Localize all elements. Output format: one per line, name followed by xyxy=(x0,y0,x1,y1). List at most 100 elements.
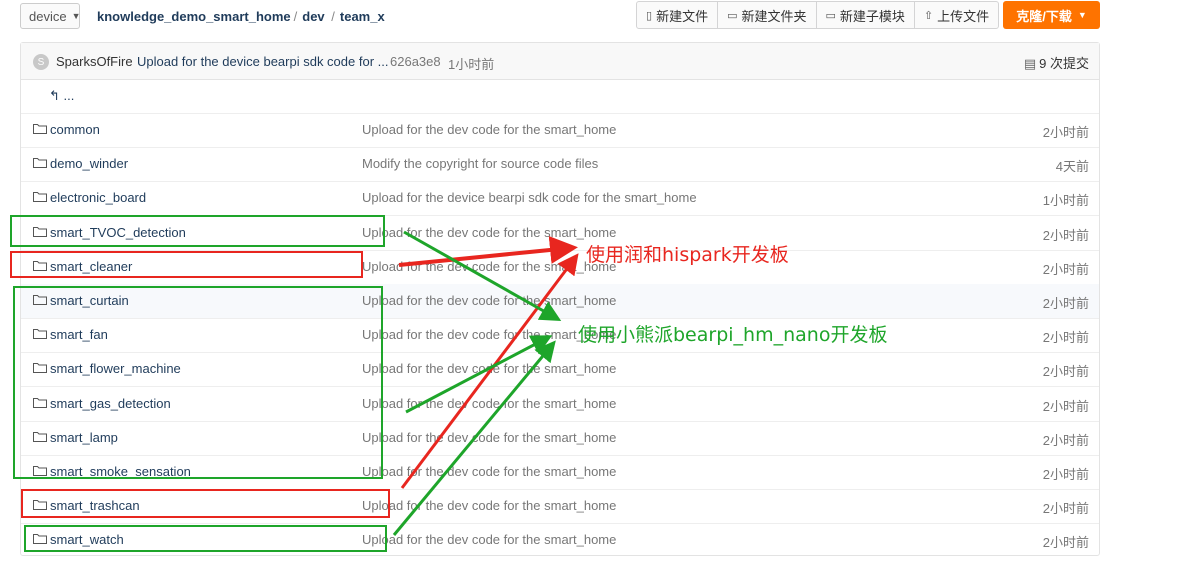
file-name-link[interactable]: smart_cleaner xyxy=(50,259,132,274)
file-name-link[interactable]: demo_winder xyxy=(50,156,128,171)
parent-directory-label: ... xyxy=(63,88,75,103)
breadcrumb: knowledge_demo_smart_home / dev / team_x xyxy=(97,9,385,24)
new-folder-icon: ▭ xyxy=(727,9,738,22)
commit-count: 9 次提交 xyxy=(1039,56,1089,71)
new-submodule-icon: ▭ xyxy=(825,9,836,22)
commit-time: 1小时前 xyxy=(448,57,495,72)
file-commit-message[interactable]: Upload for the device bearpi sdk code fo… xyxy=(362,190,697,205)
branch-label: device xyxy=(29,8,67,24)
file-commit-message[interactable]: Upload for the dev code for the smart_ho… xyxy=(362,498,616,513)
file-commit-message[interactable]: Upload for the dev code for the smart_ho… xyxy=(362,225,616,240)
commit-message[interactable]: Upload for the device bearpi sdk code fo… xyxy=(137,54,388,69)
file-commit-time: 2小时前 xyxy=(1042,364,1089,380)
file-commit-time: 2小时前 xyxy=(1042,398,1089,414)
table-row[interactable]: smart_gas_detection Upload for the dev co… xyxy=(21,387,1099,422)
new-file-button[interactable]: ▯ 新建文件 xyxy=(637,2,719,28)
table-row[interactable]: demo_winder Modify the copyright for sour… xyxy=(21,147,1099,183)
table-row[interactable]: smart_fan Upload for the dev code for the… xyxy=(21,318,1099,354)
file-action-group: ▯ 新建文件 ▭ 新建文件夹 ▭ 新建子模块 ⇧ 上传文件 xyxy=(636,1,1000,29)
parent-directory-link[interactable]: ↰ ... xyxy=(49,88,74,104)
file-commit-message[interactable]: Upload for the dev code for the smart_ho… xyxy=(362,396,616,411)
commit-author[interactable]: SparksOfFire xyxy=(56,54,133,69)
upload-file-label: 上传文件 xyxy=(937,8,990,24)
back-arrow-icon: ↰ xyxy=(49,88,60,103)
table-row[interactable]: smart_TVOC_detection Upload for the dev c… xyxy=(21,216,1099,251)
file-name-link[interactable]: smart_flower_machine xyxy=(50,361,181,376)
chevron-down-icon: ▼ xyxy=(71,11,81,21)
folder-icon xyxy=(33,260,47,271)
table-row[interactable]: smart_smoke_sensation Upload for the dev … xyxy=(21,455,1099,490)
file-commit-time: 2小时前 xyxy=(1042,501,1089,517)
new-folder-button[interactable]: ▭ 新建文件夹 xyxy=(718,2,817,28)
file-commit-time: 2小时前 xyxy=(1042,227,1089,243)
table-row[interactable]: smart_watch Upload for the dev code for t… xyxy=(21,523,1099,557)
bearpi-board-annotation: 使用小熊派bearpi_hm_nano开发板 xyxy=(578,324,888,346)
file-commit-time: 2小时前 xyxy=(1042,432,1089,448)
folder-icon xyxy=(33,158,47,169)
folder-icon xyxy=(33,192,47,203)
table-row[interactable]: smart_curtain Upload for the dev code for… xyxy=(21,284,1099,319)
file-name-link[interactable]: smart_lamp xyxy=(50,430,118,445)
commit-sha[interactable]: 626a3e8 xyxy=(390,54,441,69)
table-row[interactable]: smart_lamp Upload for the dev code for th… xyxy=(21,421,1099,456)
file-commit-message[interactable]: Upload for the dev code for the smart_ho… xyxy=(362,532,616,547)
table-row[interactable]: electronic_board Upload for the device be… xyxy=(21,181,1099,217)
file-name-link[interactable]: smart_curtain xyxy=(50,293,129,308)
file-commit-message[interactable]: Modify the copyright for source code fil… xyxy=(362,156,598,171)
breadcrumb-team[interactable]: team_x xyxy=(340,9,385,24)
new-file-icon: ▯ xyxy=(646,9,653,22)
file-commit-message[interactable]: Upload for the dev code for the smart_ho… xyxy=(362,122,616,137)
file-name-link[interactable]: smart_gas_detection xyxy=(50,396,171,411)
file-name-link[interactable]: electronic_board xyxy=(50,190,146,205)
commit-count-link[interactable]: ▤ 9 次提交 xyxy=(1024,53,1089,72)
folder-icon xyxy=(33,534,47,545)
table-row[interactable]: smart_trashcan Upload for the dev code fo… xyxy=(21,489,1099,525)
file-commit-message[interactable]: Upload for the dev code for the smart_ho… xyxy=(362,293,616,308)
breadcrumb-repo[interactable]: knowledge_demo_smart_home xyxy=(97,9,291,24)
avatar[interactable]: S xyxy=(33,54,49,70)
chevron-down-icon: ▼ xyxy=(1077,10,1087,20)
file-commit-time: 1小时前 xyxy=(1042,193,1089,209)
folder-icon xyxy=(33,466,47,476)
file-name-link[interactable]: smart_fan xyxy=(50,327,108,342)
parent-directory-row[interactable]: ↰ ... xyxy=(21,79,1099,114)
history-icon: ▤ xyxy=(1023,56,1037,71)
new-folder-label: 新建文件夹 xyxy=(741,8,807,24)
file-name-link[interactable]: smart_watch xyxy=(50,532,124,547)
upload-icon: ⇧ xyxy=(923,9,934,22)
branch-selector[interactable]: device ▼ xyxy=(20,3,81,29)
file-commit-time: 2小时前 xyxy=(1042,296,1089,311)
file-name-link[interactable]: common xyxy=(50,122,100,137)
file-list-panel: S SparksOfFire Upload for the device bea… xyxy=(20,42,1100,556)
folder-icon xyxy=(33,226,47,237)
hispark-board-annotation: 使用润和hispark开发板 xyxy=(586,244,789,266)
new-submodule-label: 新建子模块 xyxy=(839,8,905,24)
file-commit-time: 2小时前 xyxy=(1042,261,1089,277)
latest-commit-bar: S SparksOfFire Upload for the device bea… xyxy=(21,43,1099,80)
new-submodule-button[interactable]: ▭ 新建子模块 xyxy=(817,2,915,28)
file-commit-message[interactable]: Upload for the dev code for the smart_ho… xyxy=(362,259,616,274)
table-row[interactable]: smart_flower_machine Upload for the dev c… xyxy=(21,352,1099,388)
file-commit-message[interactable]: Upload for the dev code for the smart_ho… xyxy=(362,361,616,376)
breadcrumb-dev[interactable]: dev xyxy=(302,9,324,24)
upload-file-button[interactable]: ⇧ 上传文件 xyxy=(915,2,998,28)
new-file-label: 新建文件 xyxy=(656,8,709,24)
file-name-link[interactable]: smart_smoke_sensation xyxy=(50,464,191,479)
file-name-link[interactable]: smart_trashcan xyxy=(50,498,140,513)
file-name-link[interactable]: smart_TVOC_detection xyxy=(50,225,186,240)
folder-icon xyxy=(33,500,47,511)
file-commit-message[interactable]: Upload for the dev code for the smart_ho… xyxy=(362,464,616,479)
file-commit-time: 4天前 xyxy=(1055,159,1089,175)
file-commit-time: 2小时前 xyxy=(1042,535,1089,551)
folder-icon xyxy=(33,329,47,340)
file-commit-time: 2小时前 xyxy=(1042,125,1089,140)
file-commit-message[interactable]: Upload for the dev code for the smart_ho… xyxy=(362,430,616,445)
folder-icon xyxy=(33,124,47,134)
file-commit-time: 2小时前 xyxy=(1042,467,1089,482)
table-row[interactable]: smart_cleaner Upload for the dev code for… xyxy=(21,250,1099,285)
clone-download-button[interactable]: 克隆/下载 ▼ xyxy=(1003,1,1100,29)
top-bar: device ▼ knowledge_demo_smart_home / dev /… xyxy=(0,0,1200,34)
folder-icon xyxy=(33,295,47,305)
table-row[interactable]: common Upload for the dev code for the sm… xyxy=(21,113,1099,148)
folder-icon xyxy=(33,431,47,442)
